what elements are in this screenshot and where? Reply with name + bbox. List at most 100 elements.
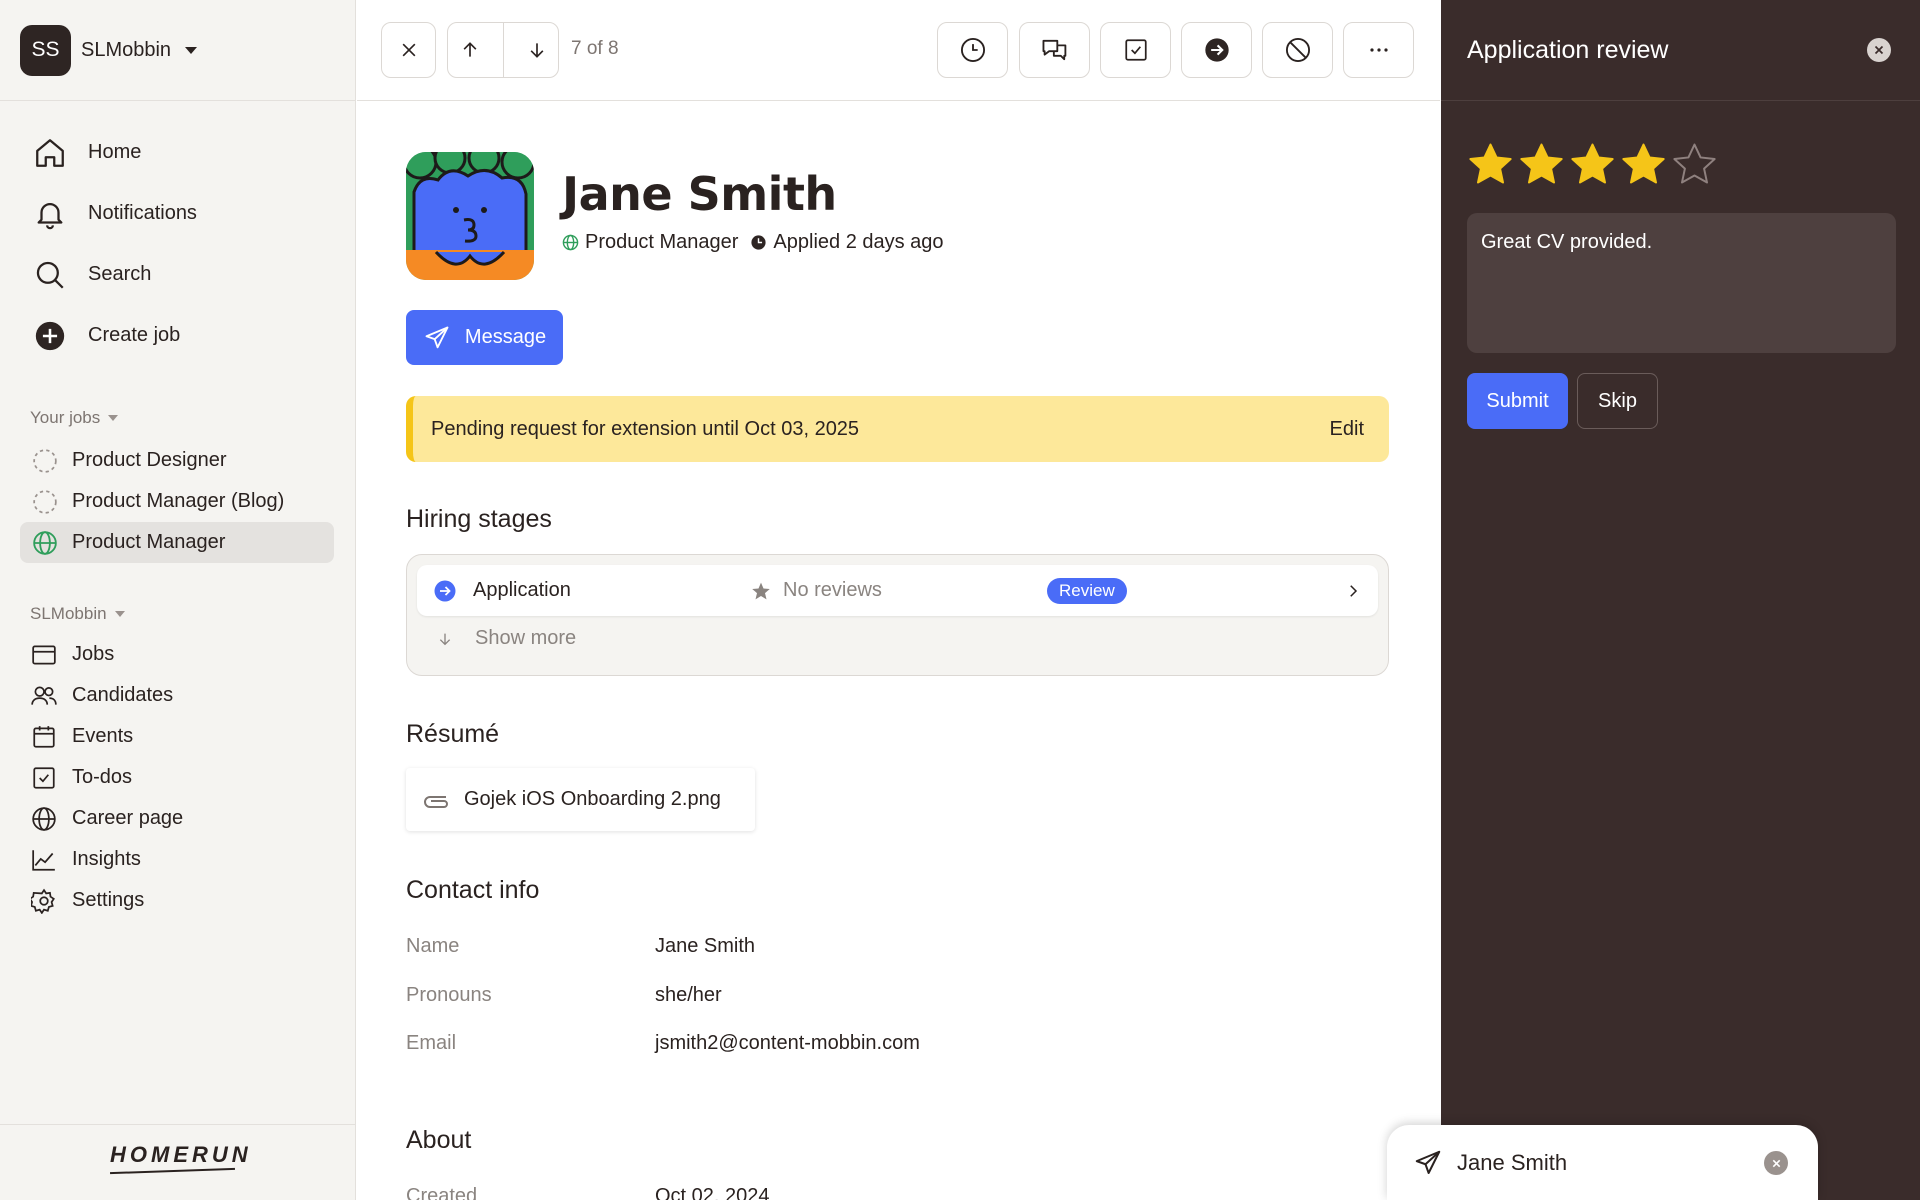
- candidate-meta: Product Manager Applied 2 days ago: [562, 231, 944, 254]
- star-icon: [751, 581, 771, 601]
- chevron-right-icon: [1344, 582, 1362, 600]
- banner-edit-link[interactable]: Edit: [1330, 418, 1364, 441]
- plus-circle-icon: [32, 318, 68, 354]
- nav-events[interactable]: Events: [20, 716, 334, 757]
- submit-button[interactable]: Submit: [1467, 373, 1568, 429]
- nav-todos[interactable]: To-dos: [20, 757, 334, 798]
- application-review-panel: Application review Great CV provided. Su…: [1441, 0, 1920, 1200]
- star-filled-icon[interactable]: [1467, 141, 1514, 188]
- rating-stars: [1467, 141, 1718, 188]
- reviews-text: No reviews: [783, 579, 882, 601]
- job-item-product-designer[interactable]: Product Designer: [20, 440, 334, 481]
- prev-next-group: [447, 22, 559, 78]
- checkbox-icon: [1123, 37, 1149, 63]
- star-filled-icon[interactable]: [1518, 141, 1565, 188]
- draft-circle-icon: [32, 489, 58, 515]
- stage-reviews: No reviews: [751, 579, 882, 602]
- banner-text: Pending request for extension until Oct …: [431, 417, 860, 440]
- draft-message-chip[interactable]: Jane Smith: [1387, 1125, 1818, 1200]
- ellipsis-icon: [1367, 38, 1391, 62]
- contact-label: Pronouns: [406, 984, 492, 1006]
- arrow-circle-icon: [1203, 36, 1231, 64]
- show-more-button[interactable]: Show more: [437, 627, 576, 650]
- nav-insights-label: Insights: [72, 848, 141, 870]
- contact-row-email: Email jsmith2@content-mobbin.com: [406, 1032, 920, 1055]
- nav-career-page[interactable]: Career page: [20, 798, 334, 839]
- star-empty-icon[interactable]: [1671, 141, 1718, 188]
- star-filled-icon[interactable]: [1569, 141, 1616, 188]
- nav-candidates[interactable]: Candidates: [20, 675, 334, 716]
- home-icon: [32, 135, 68, 171]
- draft-circle-icon: [32, 448, 58, 474]
- candidate-counter: 7 of 8: [571, 38, 619, 59]
- checkbox-icon: [30, 764, 58, 792]
- nav-settings[interactable]: Settings: [20, 880, 334, 921]
- hiring-stages-title: Hiring stages: [406, 505, 552, 533]
- org-heading-label: SLMobbin: [30, 604, 107, 623]
- caret-down-icon: [114, 611, 125, 617]
- nav-home[interactable]: Home: [20, 122, 334, 183]
- candidate-avatar: [406, 152, 534, 280]
- calendar-icon: [30, 723, 58, 751]
- paperclip-icon: [422, 789, 450, 811]
- arrow-down-icon[interactable]: [527, 40, 547, 60]
- history-button[interactable]: [937, 22, 1008, 78]
- move-stage-button[interactable]: [1181, 22, 1252, 78]
- contact-label: Name: [406, 935, 460, 957]
- search-icon: [32, 257, 68, 293]
- review-note-input[interactable]: Great CV provided.: [1467, 213, 1896, 353]
- contact-value[interactable]: jsmith2@content-mobbin.com: [655, 1032, 920, 1055]
- nav-settings-label: Settings: [72, 889, 145, 911]
- nav-home-label: Home: [88, 141, 142, 163]
- disqualify-button[interactable]: [1262, 22, 1333, 78]
- review-badge[interactable]: Review: [1047, 577, 1127, 604]
- about-row-created: Created Oct 02, 2024: [406, 1185, 770, 1200]
- close-icon: [399, 40, 419, 60]
- star-filled-icon[interactable]: [1620, 141, 1667, 188]
- resume-file-name: Gojek iOS Onboarding 2.png: [464, 788, 721, 810]
- resume-file-card[interactable]: Gojek iOS Onboarding 2.png: [406, 768, 755, 831]
- sidebar: SS SLMobbin Home Notifications Search Cr…: [0, 0, 356, 1200]
- job-item-product-manager[interactable]: Product Manager: [20, 522, 334, 563]
- about-label: Created: [406, 1185, 478, 1200]
- nav-jobs[interactable]: Jobs: [20, 634, 334, 675]
- logo-underline: [110, 1167, 235, 1175]
- org-heading[interactable]: SLMobbin: [30, 604, 125, 624]
- arrow-circle-icon: [433, 579, 457, 603]
- applied-text: Applied 2 days ago: [773, 231, 944, 253]
- gear-icon: [30, 887, 58, 915]
- todo-button[interactable]: [1100, 22, 1171, 78]
- close-icon: [1771, 1158, 1782, 1169]
- nav-create-job[interactable]: Create job: [20, 305, 334, 366]
- panel-close-button[interactable]: [1867, 38, 1891, 62]
- job-item-product-manager-blog[interactable]: Product Manager (Blog): [20, 481, 334, 522]
- message-button[interactable]: Message: [406, 310, 563, 365]
- skip-button[interactable]: Skip: [1577, 373, 1658, 429]
- close-button[interactable]: [381, 22, 436, 78]
- nav-search[interactable]: Search: [20, 244, 334, 305]
- clock-icon: [959, 36, 987, 64]
- contact-info-title: Contact info: [406, 876, 540, 904]
- more-button[interactable]: [1343, 22, 1414, 78]
- globe-icon: [30, 805, 58, 833]
- your-jobs-heading[interactable]: Your jobs: [30, 408, 119, 428]
- nav-notifications[interactable]: Notifications: [20, 183, 334, 244]
- chart-icon: [30, 846, 58, 874]
- comments-button[interactable]: [1019, 22, 1090, 78]
- your-jobs-list: Product Designer Product Manager (Blog) …: [20, 440, 334, 563]
- workspace-switcher[interactable]: SS SLMobbin: [20, 24, 198, 76]
- arrow-up-icon[interactable]: [460, 40, 480, 60]
- main-nav: Home Notifications Search Create job: [20, 122, 334, 366]
- stage-row[interactable]: Application No reviews Review: [417, 565, 1378, 616]
- nav-events-label: Events: [72, 725, 134, 747]
- hiring-stages-box: Application No reviews Review Show more: [406, 554, 1389, 676]
- divider: [0, 1124, 356, 1125]
- caret-down-icon: [185, 46, 198, 54]
- draft-close-button[interactable]: [1764, 1151, 1788, 1175]
- nav-insights[interactable]: Insights: [20, 839, 334, 880]
- panel-title: Application review: [1467, 36, 1669, 64]
- contact-value: she/her: [655, 984, 722, 1006]
- about-value: Oct 02, 2024: [655, 1185, 770, 1200]
- job-chip[interactable]: Product Manager: [562, 231, 738, 254]
- nav-candidates-label: Candidates: [72, 684, 174, 706]
